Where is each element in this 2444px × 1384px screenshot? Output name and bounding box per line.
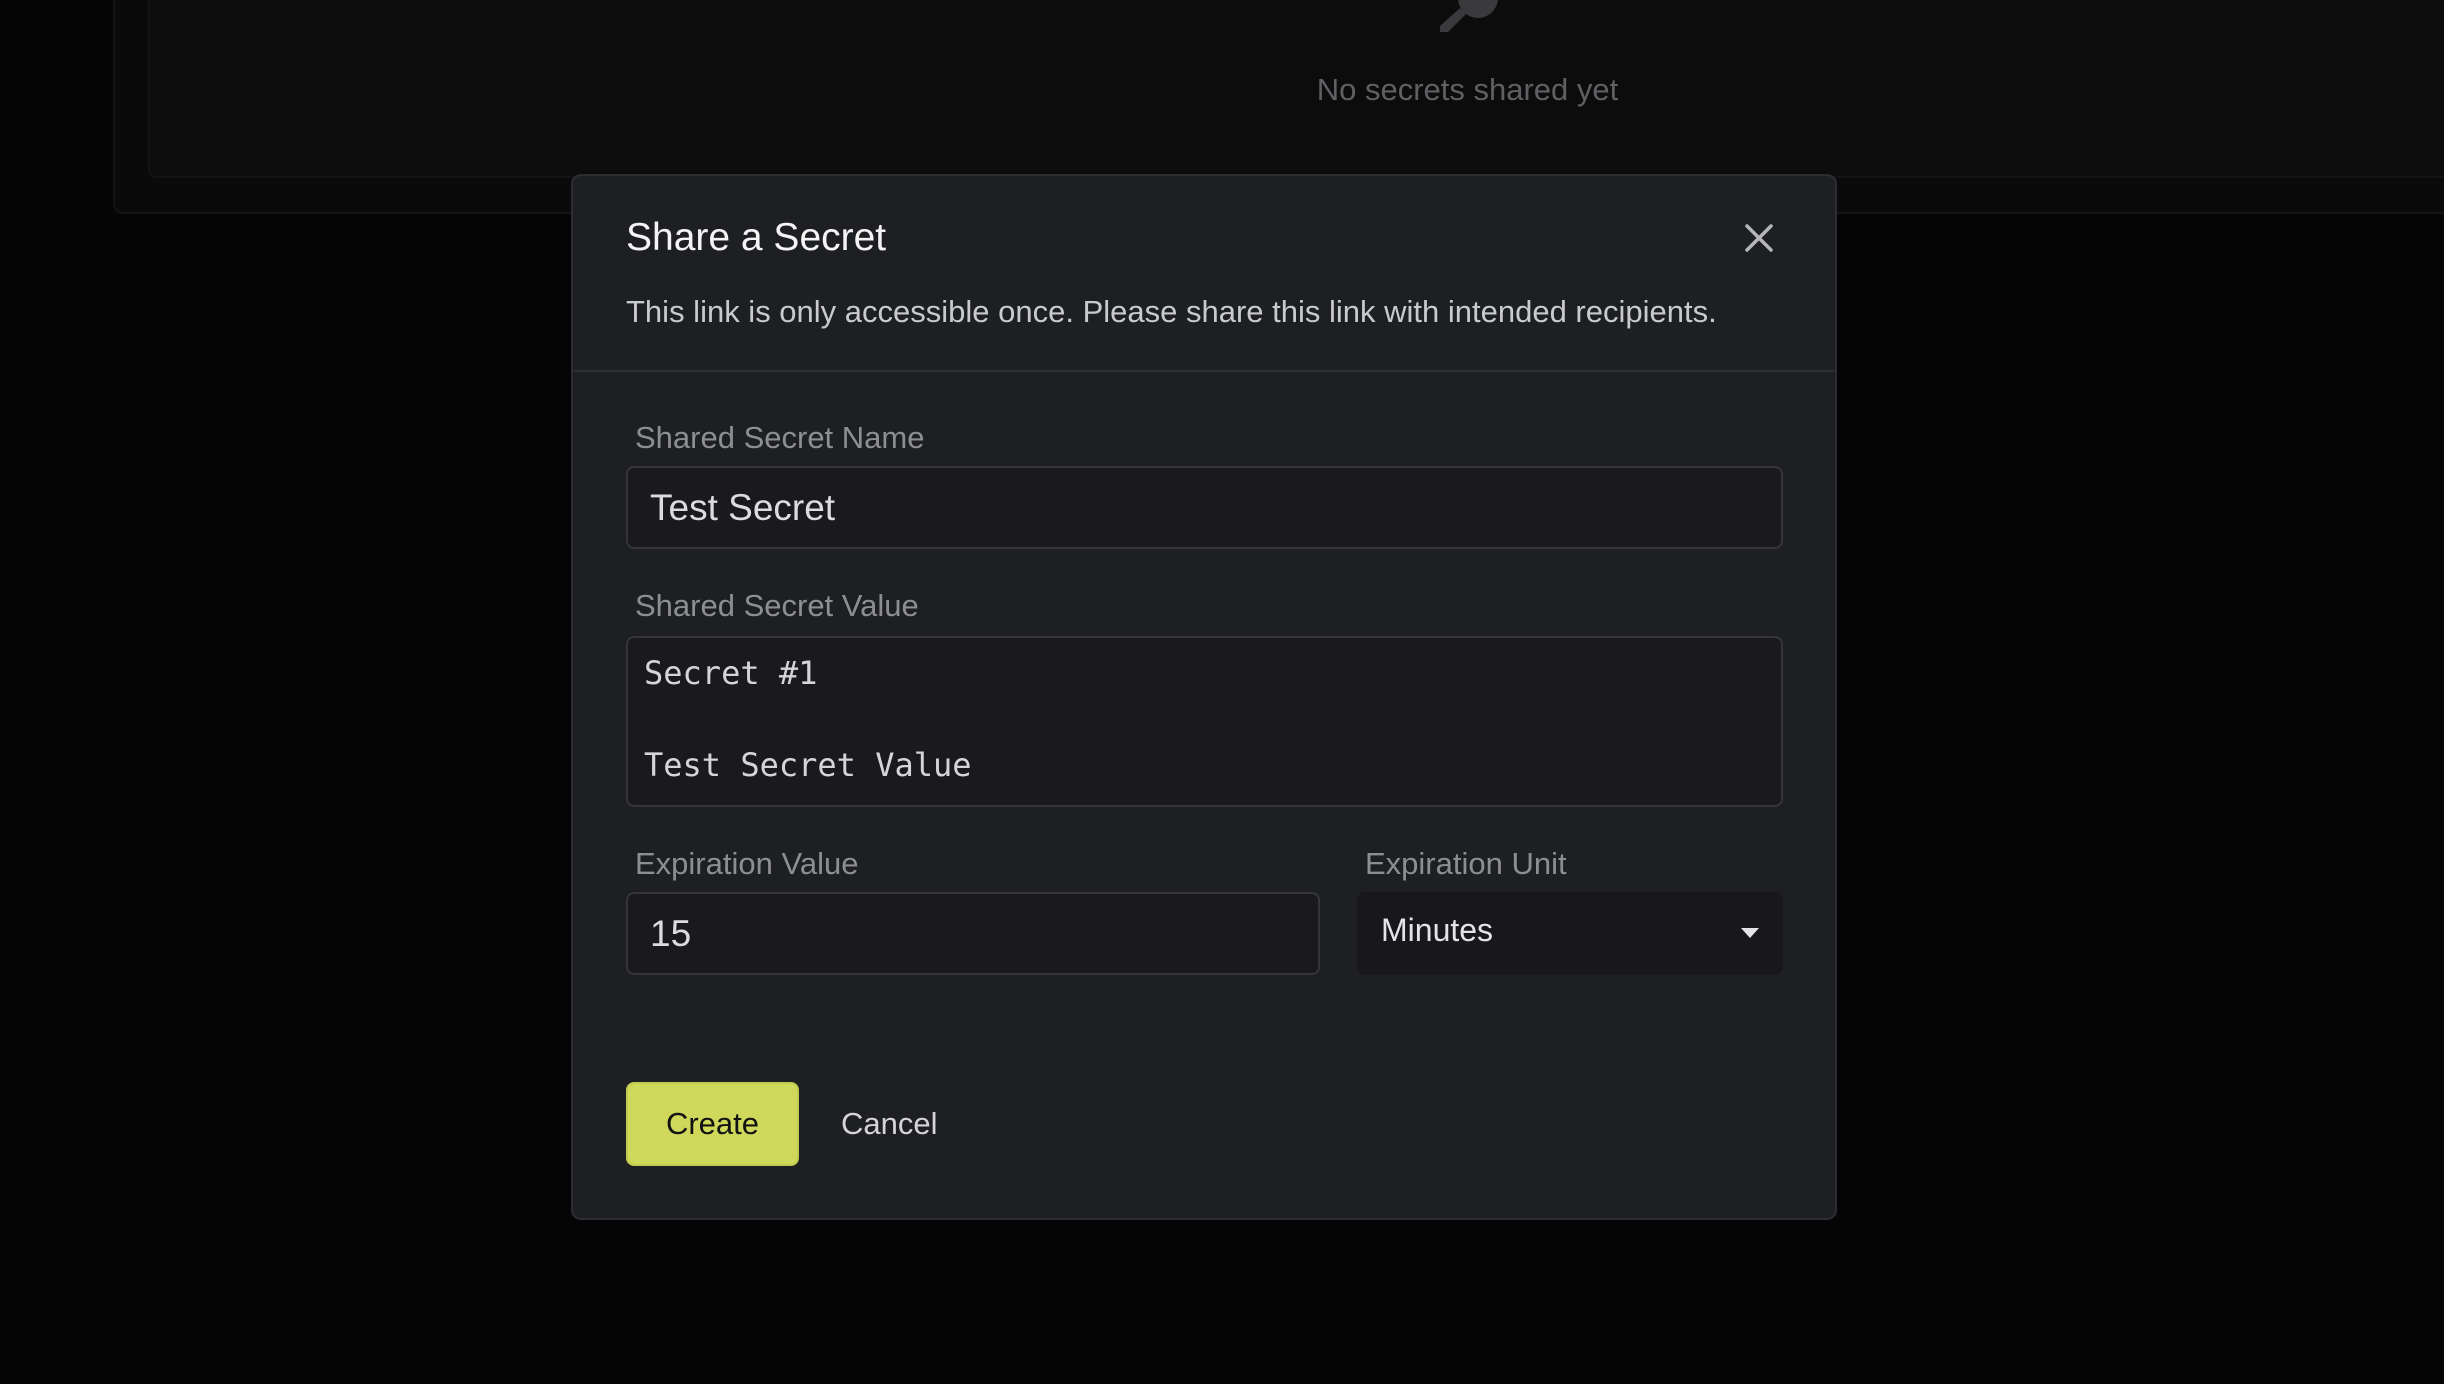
- modal-title: Share a Secret: [626, 216, 887, 259]
- caret-down-icon: [1741, 928, 1759, 938]
- cancel-button[interactable]: Cancel: [835, 1082, 965, 1166]
- create-button[interactable]: Create: [626, 1082, 799, 1166]
- page: No secrets shared yet Share a Secret Thi…: [0, 0, 2444, 1384]
- modal-subtitle: This link is only accessible once. Pleas…: [626, 294, 1717, 329]
- modal-header: Share a Secret This link is only accessi…: [573, 176, 1835, 372]
- share-secret-modal: Share a Secret This link is only accessi…: [571, 174, 1837, 1220]
- expiration-unit-selected: Minutes: [1381, 912, 1494, 948]
- key-icon: [1440, 0, 1498, 32]
- secret-value-label: Shared Secret Value: [635, 588, 919, 623]
- empty-state-text: No secrets shared yet: [1316, 72, 1619, 107]
- expiration-unit-select[interactable]: Minutes: [1357, 892, 1783, 975]
- close-icon[interactable]: [1741, 220, 1777, 256]
- expiration-value-input[interactable]: [626, 892, 1320, 975]
- secret-name-input[interactable]: [626, 466, 1783, 549]
- secret-name-label: Shared Secret Name: [635, 420, 925, 455]
- expiration-value-label: Expiration Value: [635, 846, 859, 881]
- secret-value-textarea[interactable]: Secret #1 Test Secret Value: [626, 636, 1783, 807]
- expiration-unit-label: Expiration Unit: [1365, 846, 1567, 881]
